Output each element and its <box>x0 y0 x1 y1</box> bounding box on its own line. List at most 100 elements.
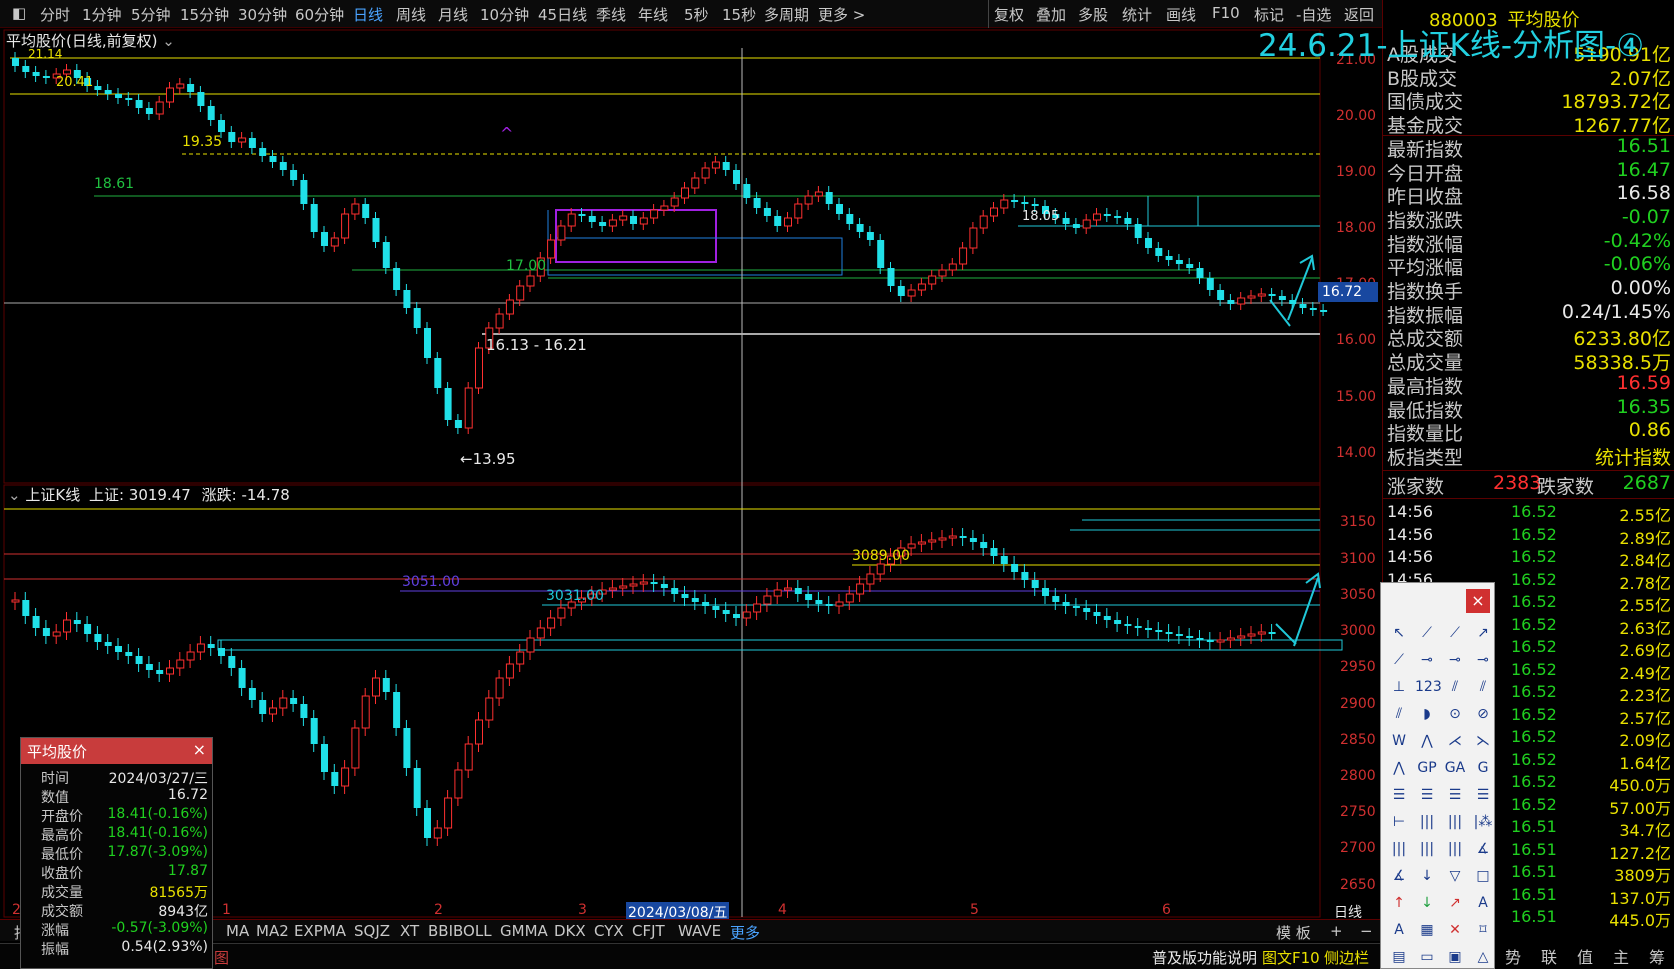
text-a-icon[interactable]: A <box>1471 891 1495 915</box>
period-45day[interactable]: 45日线 <box>538 4 587 25</box>
fill-icon[interactable]: ▦ <box>1415 918 1439 942</box>
collapse-icon[interactable]: ⌄ <box>8 486 21 504</box>
text-123-icon[interactable]: 123 <box>1415 675 1442 699</box>
parallel3-icon[interactable]: ⫽ <box>1387 702 1411 726</box>
stats-button[interactable]: 统计 <box>1122 4 1152 25</box>
period-fenshi[interactable]: 分时 <box>40 4 70 25</box>
g-icon[interactable]: G <box>1471 756 1495 780</box>
vline-icon[interactable]: ⊥ <box>1387 675 1411 699</box>
indicator-sqjz[interactable]: SQJZ <box>354 922 390 940</box>
down-mark-icon[interactable]: ↓ <box>1415 891 1439 915</box>
hline3-icon[interactable]: ⊸ <box>1471 648 1495 672</box>
period-daily[interactable]: 日线 <box>353 4 383 25</box>
cycle5-icon[interactable]: ||| <box>1415 837 1439 861</box>
indicator-more[interactable]: 更多 <box>730 922 760 943</box>
wave-icon[interactable]: ⋀ <box>1415 729 1439 753</box>
period-5sec[interactable]: 5秒 <box>684 4 709 25</box>
angle-icon[interactable]: ∡ <box>1471 837 1495 861</box>
tri-icon[interactable]: △ <box>1471 945 1495 969</box>
up-mark-icon[interactable]: ↑ <box>1387 891 1411 915</box>
ray-icon[interactable]: ⟋ <box>1443 621 1467 645</box>
wave3-icon[interactable]: ⋋ <box>1471 729 1495 753</box>
ellipse-icon[interactable]: ⊘ <box>1471 702 1495 726</box>
draw-line-button[interactable]: 画线 <box>1166 4 1196 25</box>
ga-icon[interactable]: GA <box>1443 756 1467 780</box>
line-icon[interactable]: ⟋ <box>1415 621 1439 645</box>
bracket-icon[interactable]: ⊢ <box>1387 810 1411 834</box>
chevron-down-icon[interactable]: ⌄ <box>162 32 175 50</box>
indicator-bbiboll[interactable]: BBIBOLL <box>428 922 492 940</box>
help-link[interactable]: 普及版功能说明 <box>1152 947 1257 968</box>
multi-stock-button[interactable]: 多股 <box>1078 4 1108 25</box>
period-15min[interactable]: 15分钟 <box>180 4 229 25</box>
parallel2-icon[interactable]: ⫽ <box>1471 675 1495 699</box>
close-icon[interactable]: × <box>193 740 206 759</box>
cursor-icon[interactable]: ↖ <box>1387 621 1411 645</box>
overlay-button[interactable]: 叠加 <box>1036 4 1066 25</box>
period-yearly[interactable]: 年线 <box>638 4 668 25</box>
template-button[interactable]: 模 板 <box>1276 922 1311 943</box>
period-monthly[interactable]: 月线 <box>438 4 468 25</box>
indicator-ma2[interactable]: MA2 <box>256 922 289 940</box>
close-palette-button[interactable]: × <box>1466 589 1490 613</box>
text-a2-icon[interactable]: A <box>1387 918 1411 942</box>
circle-icon[interactable]: ⊙ <box>1443 702 1467 726</box>
rect-icon[interactable]: □ <box>1471 864 1495 888</box>
delete-icon[interactable]: ✕ <box>1443 918 1467 942</box>
indicator-ma[interactable]: MA <box>226 922 249 940</box>
period-weekly[interactable]: 周线 <box>396 4 426 25</box>
period-10min[interactable]: 10分钟 <box>480 4 529 25</box>
indicator-expma[interactable]: EXPMA <box>294 922 346 940</box>
tab-shi[interactable]: 势 <box>1505 944 1521 968</box>
cycle3-icon[interactable]: |⁂ <box>1471 810 1495 834</box>
box-icon[interactable]: ▣ <box>1443 945 1467 969</box>
wave2-icon[interactable]: ⋌ <box>1443 729 1467 753</box>
period-15sec[interactable]: 15秒 <box>722 4 756 25</box>
cycle6-icon[interactable]: ||| <box>1443 837 1467 861</box>
sidebar-link[interactable]: 侧边栏 <box>1324 947 1369 968</box>
indicator-xt[interactable]: XT <box>400 922 419 940</box>
indicator-gmma[interactable]: GMMA <box>500 922 548 940</box>
f10-link[interactable]: 图文F10 <box>1262 947 1320 968</box>
f10-button[interactable]: F10 <box>1212 4 1240 22</box>
tab-zhu[interactable]: 主 <box>1613 944 1629 968</box>
indicator-cyx[interactable]: CYX <box>594 922 624 940</box>
erase-icon[interactable]: ⌑ <box>1471 918 1495 942</box>
cycle4-icon[interactable]: ||| <box>1387 837 1411 861</box>
period-30min[interactable]: 30分钟 <box>238 4 287 25</box>
period-multi[interactable]: 多周期 <box>764 4 809 25</box>
tab-lian[interactable]: 联 <box>1541 944 1557 968</box>
down-arrow-icon[interactable]: ↓ <box>1415 864 1439 888</box>
period-more[interactable]: 更多 > <box>818 4 865 25</box>
arc-icon[interactable]: ◗ <box>1415 702 1439 726</box>
segment-icon[interactable]: ⟋ <box>1387 648 1411 672</box>
triangle-icon[interactable]: ▽ <box>1443 864 1467 888</box>
arrow-line-icon[interactable]: ↗ <box>1471 621 1495 645</box>
wave4-icon[interactable]: ⋀ <box>1387 756 1411 780</box>
layout-icon[interactable]: ◧ <box>12 4 26 22</box>
period-quarterly[interactable]: 季线 <box>596 4 626 25</box>
trend-mark-icon[interactable]: ↗ <box>1443 891 1467 915</box>
zoom-in-button[interactable]: + <box>1330 922 1343 940</box>
tab-zhi[interactable]: 值 <box>1577 944 1593 968</box>
wave-w-icon[interactable]: W <box>1387 729 1411 753</box>
fib2-icon[interactable]: ☰ <box>1415 783 1439 807</box>
fib-icon[interactable]: ☰ <box>1387 783 1411 807</box>
zoom-out-button[interactable]: − <box>1360 922 1373 940</box>
period-60min[interactable]: 60分钟 <box>295 4 344 25</box>
tab-chou[interactable]: 筹 <box>1649 944 1665 968</box>
frame-icon[interactable]: ▭ <box>1415 945 1439 969</box>
parallel-icon[interactable]: ⫽ <box>1443 675 1467 699</box>
fuquan-button[interactable]: 复权 <box>994 4 1024 25</box>
doc-icon[interactable]: ▤ <box>1387 945 1411 969</box>
cycle-icon[interactable]: ||| <box>1415 810 1439 834</box>
indicator-dkx[interactable]: DKX <box>554 922 586 940</box>
fib4-icon[interactable]: ☰ <box>1471 783 1495 807</box>
hline2-icon[interactable]: ⊸ <box>1443 648 1467 672</box>
gp-icon[interactable]: GP <box>1415 756 1439 780</box>
period-5min[interactable]: 5分钟 <box>131 4 171 25</box>
cycle2-icon[interactable]: ||| <box>1443 810 1467 834</box>
indicator-cfjt[interactable]: CFJT <box>632 922 665 940</box>
indicator-wave[interactable]: WAVE <box>678 922 721 940</box>
hline-icon[interactable]: ⊸ <box>1415 648 1439 672</box>
